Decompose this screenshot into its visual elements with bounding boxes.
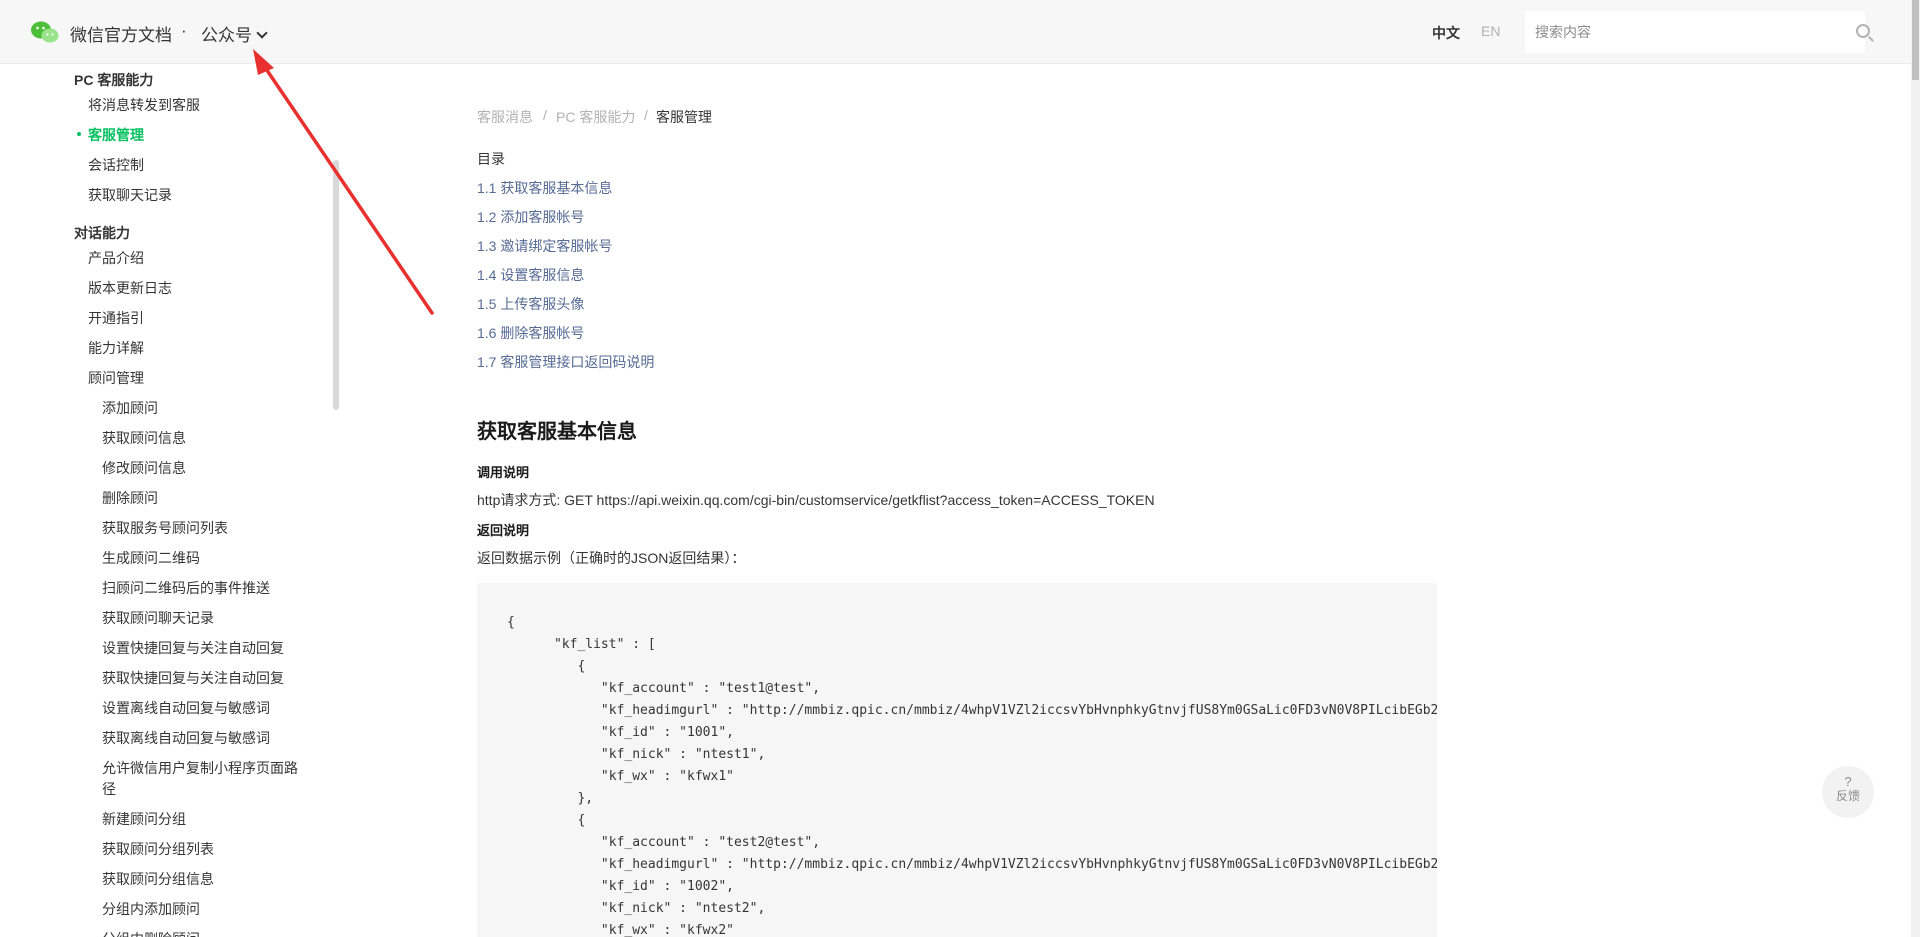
code-line: "kf_wx" : "kfwx2" bbox=[507, 923, 734, 937]
sidebar-subitem[interactable]: 获取快捷回复与关注自动回复 bbox=[102, 668, 284, 688]
sidebar-subitem[interactable]: 获取离线自动回复与敏感词 bbox=[102, 728, 270, 748]
code-line: "kf_headimgurl" : "http://mmbiz.qpic.cn/… bbox=[507, 857, 1437, 872]
toc-link[interactable]: 1.2 添加客服帐号 bbox=[477, 207, 584, 227]
breadcrumb-separator: / bbox=[644, 107, 648, 123]
sidebar-subitem[interactable]: 获取顾问信息 bbox=[102, 428, 186, 448]
sidebar-item[interactable]: 能力详解 bbox=[88, 338, 144, 358]
toc-link[interactable]: 1.3 邀请绑定客服帐号 bbox=[477, 236, 612, 256]
feedback-button[interactable]: ? 反馈 bbox=[1822, 766, 1874, 818]
sidebar-nav: PC 客服能力将消息转发到客服客服管理会话控制获取聊天记录对话能力产品介绍版本更… bbox=[0, 64, 340, 937]
breadcrumb-item[interactable]: PC 客服能力 bbox=[556, 107, 635, 127]
search-input[interactable] bbox=[1535, 22, 1825, 42]
sidebar-group[interactable]: PC 客服能力 bbox=[74, 70, 153, 90]
sidebar-item[interactable]: 获取聊天记录 bbox=[88, 185, 172, 205]
return-heading: 返回说明 bbox=[477, 523, 530, 538]
sidebar-subitem[interactable]: 扫顾问二维码后的事件推送 bbox=[102, 578, 270, 598]
code-line: "kf_list" : [ bbox=[507, 637, 656, 652]
main-content: 客服消息 / PC 客服能力 / 客服管理 目录 1.1 获取客服基本信息 1.… bbox=[477, 64, 1477, 937]
breadcrumb-item[interactable]: 客服消息 bbox=[477, 107, 533, 127]
sidebar-subitem[interactable]: 添加顾问 bbox=[102, 398, 158, 418]
toc-link[interactable]: 1.4 设置客服信息 bbox=[477, 265, 584, 285]
code-line: "kf_nick" : "ntest1", bbox=[507, 747, 766, 762]
page-scrollbar-thumb[interactable] bbox=[1912, 0, 1919, 80]
product-label: 公众号 bbox=[201, 26, 252, 45]
sidebar-item[interactable]: 版本更新日志 bbox=[88, 278, 172, 298]
sidebar-item[interactable]: 将消息转发到客服 bbox=[88, 95, 200, 115]
sidebar-subitem[interactable]: 生成顾问二维码 bbox=[102, 548, 200, 568]
toc-link[interactable]: 1.7 客服管理接口返回码说明 bbox=[477, 352, 654, 372]
code-line: "kf_account" : "test1@test", bbox=[507, 681, 821, 696]
sidebar-subitem[interactable]: 获取服务号顾问列表 bbox=[102, 518, 228, 538]
search-box bbox=[1525, 11, 1865, 53]
top-header: 微信官方文档 · 公众号 中文 EN bbox=[0, 0, 1920, 64]
lang-zh-link[interactable]: 中文 bbox=[1432, 23, 1460, 43]
code-block: { "kf_list" : [ { "kf_account" : "test1@… bbox=[477, 583, 1437, 937]
sidebar-scrollbar[interactable] bbox=[333, 160, 339, 410]
sidebar-subitem[interactable]: 删除顾问 bbox=[102, 488, 158, 508]
section-title: 获取客服基本信息 bbox=[477, 421, 637, 443]
sidebar-subitem[interactable]: 获取顾问聊天记录 bbox=[102, 608, 214, 628]
sidebar-subitem[interactable]: 分组内删除顾问 bbox=[102, 929, 200, 937]
wechat-logo-icon[interactable] bbox=[30, 20, 60, 44]
site-title[interactable]: 微信官方文档 bbox=[70, 21, 172, 46]
sidebar-subitem[interactable]: 设置快捷回复与关注自动回复 bbox=[102, 638, 284, 658]
return-text: 返回数据示例（正确时的JSON返回结果）： bbox=[477, 550, 746, 566]
sidebar-subitem[interactable]: 修改顾问信息 bbox=[102, 458, 186, 478]
code-line: { bbox=[507, 615, 515, 630]
toc-link[interactable]: 1.1 获取客服基本信息 bbox=[477, 178, 612, 198]
sidebar-item[interactable]: 开通指引 bbox=[88, 308, 144, 328]
breadcrumb-separator: / bbox=[543, 107, 547, 123]
feedback-label: 反馈 bbox=[1835, 789, 1860, 803]
code-line: "kf_nick" : "ntest2", bbox=[507, 901, 766, 916]
sidebar-subitem[interactable]: 分组内添加顾问 bbox=[102, 899, 200, 919]
code-line: "kf_headimgurl" : "http://mmbiz.qpic.cn/… bbox=[507, 703, 1437, 718]
search-icon[interactable] bbox=[1856, 24, 1870, 38]
sidebar-item-active[interactable]: 客服管理 bbox=[77, 125, 144, 145]
code-line: "kf_id" : "1002", bbox=[507, 879, 734, 894]
help-icon: ? bbox=[1844, 774, 1852, 789]
sidebar-subitem[interactable]: 允许微信用户复制小程序页面路 bbox=[102, 758, 298, 778]
sidebar-subitem[interactable]: 新建顾问分组 bbox=[102, 809, 186, 829]
title-separator: · bbox=[181, 21, 187, 40]
page-scrollbar-track[interactable] bbox=[1911, 0, 1920, 937]
toc-title: 目录 bbox=[477, 151, 505, 167]
sidebar-subitem[interactable]: 获取顾问分组信息 bbox=[102, 869, 214, 889]
sidebar-item[interactable]: 顾问管理 bbox=[88, 368, 144, 388]
breadcrumb-current: 客服管理 bbox=[656, 109, 712, 125]
product-dropdown[interactable]: 公众号 bbox=[201, 21, 268, 46]
code-line: "kf_id" : "1001", bbox=[507, 725, 734, 740]
toc-link[interactable]: 1.5 上传客服头像 bbox=[477, 294, 584, 314]
toc-link[interactable]: 1.6 删除客服帐号 bbox=[477, 323, 584, 343]
code-line: "kf_account" : "test2@test", bbox=[507, 835, 821, 850]
sidebar-item[interactable]: 产品介绍 bbox=[88, 248, 144, 268]
sidebar-subitem[interactable]: 获取顾问分组列表 bbox=[102, 839, 214, 859]
code-line: "kf_wx" : "kfwx1" bbox=[507, 769, 734, 784]
call-text: http请求方式: GET https://api.weixin.qq.com/… bbox=[477, 492, 1155, 508]
call-heading: 调用说明 bbox=[477, 465, 530, 480]
code-line: }, bbox=[507, 791, 594, 806]
code-line: { bbox=[507, 659, 586, 674]
sidebar-item[interactable]: 会话控制 bbox=[88, 155, 144, 175]
sidebar-subitem[interactable]: 设置离线自动回复与敏感词 bbox=[102, 698, 270, 718]
code-line: { bbox=[507, 813, 586, 828]
sidebar-subitem[interactable]: 径 bbox=[102, 779, 116, 799]
lang-en-link[interactable]: EN bbox=[1481, 23, 1500, 39]
chevron-down-icon bbox=[256, 27, 268, 39]
sidebar-group[interactable]: 对话能力 bbox=[74, 223, 130, 243]
